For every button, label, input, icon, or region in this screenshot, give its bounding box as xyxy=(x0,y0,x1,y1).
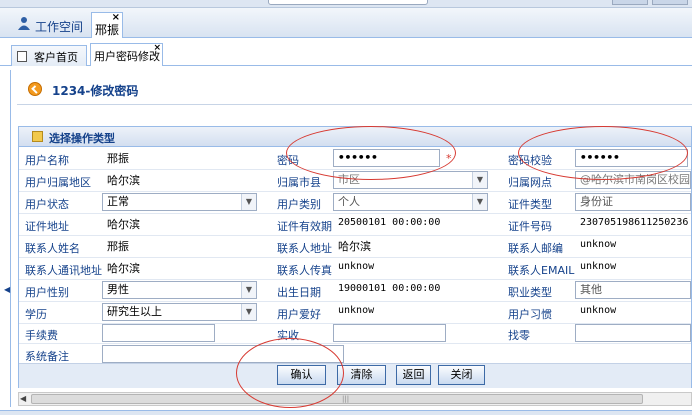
divider xyxy=(19,213,691,214)
contact-comm-value: 哈尔滨 xyxy=(107,262,140,275)
contact-email-value: unknow xyxy=(580,261,617,272)
contact-name-value: 邢振 xyxy=(107,240,129,253)
contact-email-label: 联系人EMAIL xyxy=(508,264,575,277)
fee-label: 手续费 xyxy=(25,329,58,342)
contact-comm-label: 联系人通讯地址 xyxy=(25,264,102,277)
user-region-value: 哈尔滨 xyxy=(107,174,140,187)
cert-valid-label: 证件有效期 xyxy=(277,220,332,233)
close-icon[interactable]: × xyxy=(112,12,120,23)
top-strip xyxy=(0,0,692,8)
bottom-border xyxy=(0,410,692,415)
user-type-value: 个人 xyxy=(338,195,360,208)
cert-type-value: 身份证 xyxy=(580,195,613,208)
scroll-left-icon[interactable]: ◀ xyxy=(20,393,26,405)
page-icon xyxy=(17,51,27,62)
contact-fax-label: 联系人传真 xyxy=(277,264,332,277)
tab-user-label: 邢振 xyxy=(95,23,120,37)
cert-no-label: 证件号码 xyxy=(508,220,552,233)
hobby-value: unknow xyxy=(338,305,375,316)
divider xyxy=(19,301,691,302)
cert-addr-label: 证件地址 xyxy=(25,220,69,233)
user-name-value: 邢振 xyxy=(107,152,129,165)
education-label: 学历 xyxy=(25,308,47,321)
annotation-circle xyxy=(286,126,456,180)
change-label: 找零 xyxy=(508,329,530,342)
contact-name-label: 联系人姓名 xyxy=(25,242,80,255)
job-label: 职业类型 xyxy=(508,286,552,299)
back-button[interactable]: 返回 xyxy=(396,365,431,385)
fee-input[interactable] xyxy=(102,324,215,342)
change-input[interactable] xyxy=(575,324,691,342)
gender-select[interactable]: 男性 ▼ xyxy=(102,281,257,299)
cert-addr-value: 哈尔滨 xyxy=(107,218,140,231)
top-toolbar-button[interactable] xyxy=(652,0,688,5)
chevron-down-icon[interactable]: ▼ xyxy=(472,194,487,210)
horizontal-scrollbar[interactable]: ◀ ||| xyxy=(18,392,692,406)
tab-customer-home-label: 客户首页 xyxy=(34,51,78,64)
contact-fax-value: unknow xyxy=(338,261,375,272)
chevron-down-icon[interactable]: ▼ xyxy=(241,304,256,320)
top-toolbar-button[interactable] xyxy=(612,0,648,5)
tab-customer-home[interactable]: 客户首页 xyxy=(11,45,87,66)
education-value: 研究生以上 xyxy=(107,305,162,318)
collapse-arrow-icon[interactable]: ◀ xyxy=(4,285,10,294)
remark-label: 系统备注 xyxy=(25,350,69,363)
tab-password-change-label: 用户密码修改 xyxy=(94,50,160,63)
cert-valid-value: 20500101 00:00:00 xyxy=(338,217,441,228)
grip-icon: ||| xyxy=(342,395,350,403)
hobby-label: 用户爱好 xyxy=(277,308,321,321)
check-circle-icon xyxy=(28,82,42,96)
habit-value: unknow xyxy=(580,305,617,316)
clear-button[interactable]: 清除 xyxy=(337,365,386,385)
user-type-label: 用户类别 xyxy=(277,198,321,211)
user-status-value: 正常 xyxy=(107,195,129,208)
annotation-circle xyxy=(236,338,344,408)
cert-type-select[interactable]: 身份证 xyxy=(575,193,691,211)
scrollbar-thumb[interactable]: ||| xyxy=(31,394,643,404)
chevron-down-icon[interactable]: ▼ xyxy=(241,282,256,298)
user-icon xyxy=(18,17,30,30)
tab-workspace[interactable]: 工作空间 xyxy=(35,18,83,35)
contact-addr-label: 联系人地址 xyxy=(277,242,332,255)
contact-addr-value: 哈尔滨 xyxy=(338,240,371,253)
outlet-label: 归属网点 xyxy=(508,176,552,189)
city-label: 归属市县 xyxy=(277,176,321,189)
divider xyxy=(19,235,691,236)
annotation-circle xyxy=(518,126,688,180)
tab-password-change[interactable]: 用户密码修改 × xyxy=(90,43,163,66)
divider xyxy=(17,104,692,105)
user-type-select[interactable]: 个人 ▼ xyxy=(333,193,488,211)
close-icon[interactable]: × xyxy=(153,43,161,53)
job-value: 其他 xyxy=(580,283,602,296)
received-input[interactable] xyxy=(333,324,446,342)
job-select[interactable]: 其他 xyxy=(575,281,691,299)
cert-no-value: 230705198611250236 xyxy=(580,217,689,228)
habit-label: 用户习惯 xyxy=(508,308,552,321)
left-collapse-bar[interactable]: ◀ xyxy=(4,70,11,407)
birth-value: 19000101 00:00:00 xyxy=(338,283,441,294)
birth-label: 出生日期 xyxy=(277,286,321,299)
page-title: 1234-修改密码 xyxy=(52,84,139,98)
top-toolbar-field[interactable] xyxy=(268,0,428,5)
education-select[interactable]: 研究生以上 ▼ xyxy=(102,303,257,321)
tab-user-xingzhen[interactable]: 邢振 × xyxy=(91,12,123,38)
contact-zip-value: unknow xyxy=(580,239,617,250)
section-title: 选择操作类型 xyxy=(49,132,115,145)
user-status-select[interactable]: 正常 ▼ xyxy=(102,193,257,211)
gender-value: 男性 xyxy=(107,283,129,296)
user-region-label: 用户归属地区 xyxy=(25,176,91,189)
divider xyxy=(19,191,691,192)
user-status-label: 用户状态 xyxy=(25,198,69,211)
chevron-down-icon[interactable]: ▼ xyxy=(472,172,487,188)
cert-type-label: 证件类型 xyxy=(508,198,552,211)
folder-icon xyxy=(32,131,43,142)
user-name-label: 用户名称 xyxy=(25,154,69,167)
contact-zip-label: 联系人邮编 xyxy=(508,242,563,255)
divider xyxy=(19,279,691,280)
chevron-down-icon[interactable]: ▼ xyxy=(241,194,256,210)
divider xyxy=(19,343,691,344)
gender-label: 用户性别 xyxy=(25,286,69,299)
close-button[interactable]: 关闭 xyxy=(438,365,485,385)
divider xyxy=(19,257,691,258)
